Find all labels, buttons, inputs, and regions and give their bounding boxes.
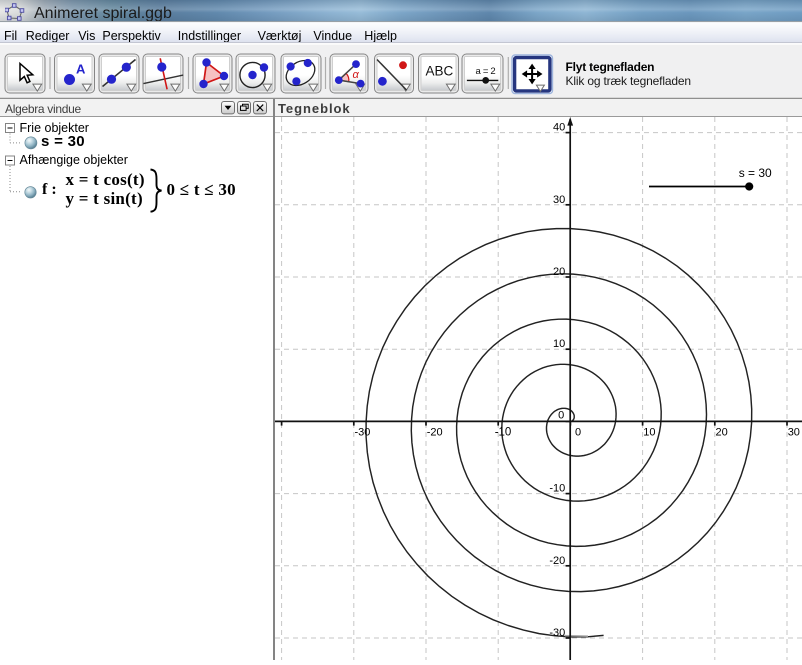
- svg-text:s = 30: s = 30: [739, 166, 772, 180]
- svg-text:30: 30: [553, 194, 565, 206]
- svg-text:-10: -10: [549, 483, 565, 495]
- svg-text:40: 40: [553, 122, 565, 134]
- svg-text:10: 10: [643, 426, 655, 438]
- svg-text:0: 0: [558, 409, 564, 421]
- svg-text:20: 20: [716, 426, 728, 438]
- svg-text:α: α: [353, 69, 360, 81]
- svg-text:10: 10: [553, 338, 565, 350]
- svg-text:A: A: [76, 62, 86, 77]
- svg-text:ABC: ABC: [426, 64, 454, 79]
- svg-text:30: 30: [788, 426, 800, 438]
- svg-text:-20: -20: [427, 426, 443, 438]
- svg-text:-30: -30: [355, 426, 371, 438]
- svg-text:-30: -30: [549, 627, 565, 639]
- svg-text:-20: -20: [549, 555, 565, 567]
- svg-text:20: 20: [553, 266, 565, 278]
- svg-text:0: 0: [575, 426, 581, 438]
- svg-text:-10: -10: [495, 426, 512, 438]
- svg-text:a = 2: a = 2: [476, 66, 496, 77]
